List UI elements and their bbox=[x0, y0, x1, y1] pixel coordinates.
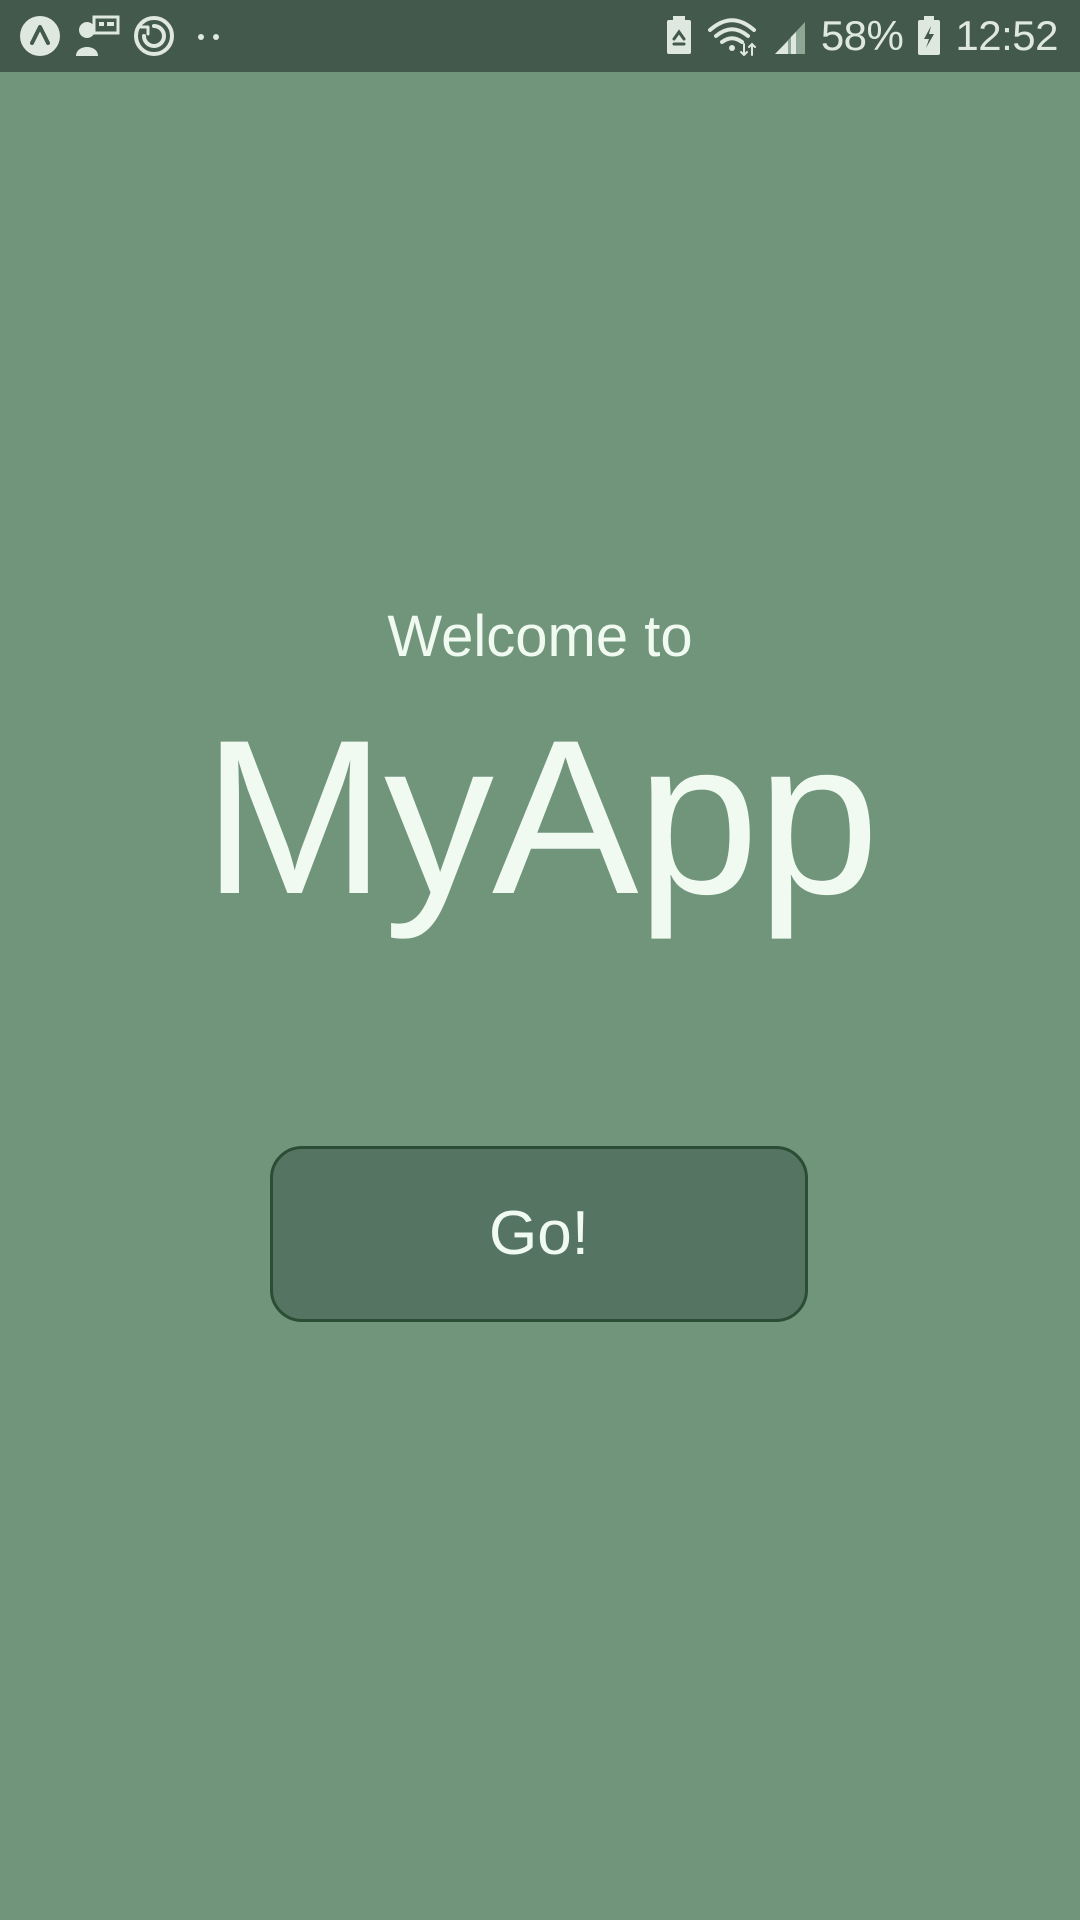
battery-percentage: 58% bbox=[820, 12, 904, 59]
app-screen: 58% 12:52 Welcome to MyApp Go! bbox=[0, 0, 1080, 1920]
status-bar: 58% 12:52 bbox=[0, 0, 1080, 72]
welcome-content: Welcome to MyApp Go! bbox=[0, 72, 1080, 1920]
app-title: MyApp bbox=[202, 694, 880, 940]
status-time: 12:52 bbox=[955, 12, 1058, 59]
more-dots-icon bbox=[188, 14, 228, 58]
battery-icon bbox=[915, 14, 943, 58]
go-button[interactable]: Go! bbox=[270, 1146, 808, 1322]
wifi-icon bbox=[705, 14, 759, 58]
welcome-text: Welcome to bbox=[387, 604, 693, 669]
status-right-icons: 58% 12:52 bbox=[665, 10, 1058, 62]
status-left-icons bbox=[18, 14, 228, 58]
battery-saver-icon bbox=[665, 14, 693, 58]
user-presentation-icon bbox=[74, 14, 120, 58]
app-circle-icon bbox=[18, 14, 62, 58]
sync-circle-icon bbox=[132, 14, 176, 58]
signal-icon bbox=[771, 14, 809, 58]
